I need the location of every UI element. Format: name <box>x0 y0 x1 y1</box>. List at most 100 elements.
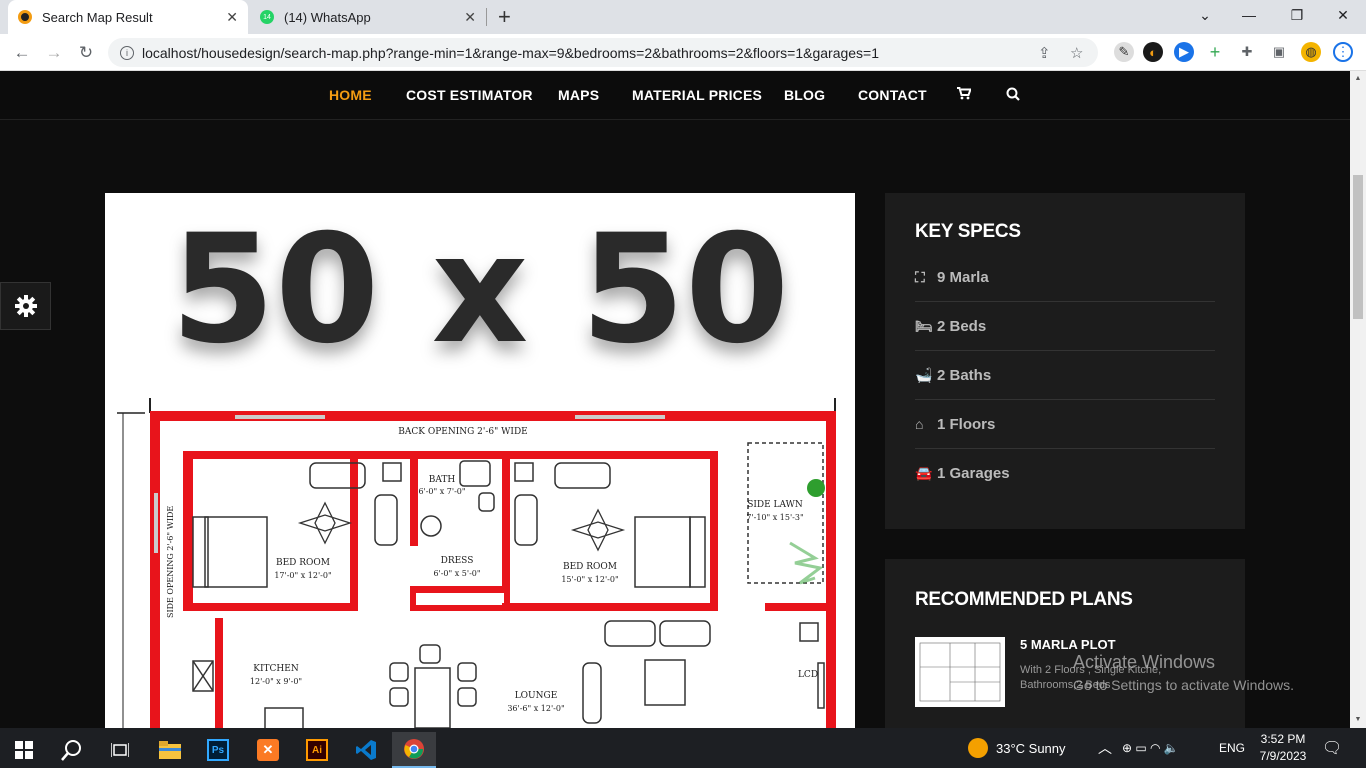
close-tab-icon[interactable]: ✕ <box>464 9 476 26</box>
vscode-icon[interactable] <box>344 732 388 768</box>
lounge-size-label: 36'-6" x 12'-0" <box>507 704 564 713</box>
activate-windows-subtext: Go to Settings to activate Windows. <box>1073 677 1294 693</box>
whatsapp-icon: 14 <box>260 10 274 24</box>
floor-plan-image[interactable]: 50 x 50 BACK OPENING 2'-6" WIDE BATH 6'-… <box>105 193 855 728</box>
search-icon[interactable] <box>1006 87 1020 104</box>
nav-blog[interactable]: BLOG <box>784 87 825 103</box>
browser-toolbar: ← → ↻ i localhost/housedesign/search-map… <box>0 34 1366 71</box>
bedroom1-label: BED ROOM <box>276 558 330 568</box>
chrome-icon[interactable] <box>392 732 436 768</box>
reload-button[interactable]: ↻ <box>73 40 99 66</box>
tab-whatsapp[interactable]: 14 (14) WhatsApp ✕ <box>250 0 486 34</box>
side-panel-icon[interactable]: ▣ <box>1269 42 1289 62</box>
bookmark-star-icon[interactable]: ☆ <box>1070 38 1083 67</box>
recommended-plans-panel: RECOMMENDED PLANS 5 MARLA PLOT With 2 Fl… <box>885 559 1245 728</box>
site-favicon-icon <box>18 10 32 24</box>
address-bar[interactable]: i localhost/housedesign/search-map.php?r… <box>108 38 1098 67</box>
dress-size-label: 6'-0" x 5'-0" <box>433 569 480 578</box>
restore-button[interactable]: ❐ <box>1274 0 1320 30</box>
forward-button[interactable]: → <box>41 40 67 66</box>
plan-thumbnail[interactable] <box>915 637 1005 707</box>
bath-size-label: 6'-0" x 7'-0" <box>418 487 465 496</box>
area-icon: ⛶ <box>915 268 925 285</box>
windows-start-icon[interactable] <box>2 732 46 768</box>
extension-icon[interactable]: ▶ <box>1174 42 1194 62</box>
tray-chevron-icon[interactable]: ︿ <box>1098 728 1112 768</box>
tab-search-chevron-icon[interactable]: ⌄ <box>1182 0 1228 30</box>
tray-network-icons[interactable]: ⊕ ▭ ◠ 🔈 <box>1122 728 1179 768</box>
bath-icon: 🛁 <box>915 366 933 383</box>
tab-divider <box>486 8 487 26</box>
side-lawn-size-label: 7'-10" x 15'-3" <box>746 513 803 522</box>
back-opening-label: BACK OPENING 2'-6" WIDE <box>398 427 528 437</box>
minimize-button[interactable]: — <box>1226 0 1272 30</box>
spec-value: 2 Baths <box>937 366 992 384</box>
site-info-icon[interactable]: i <box>120 45 134 60</box>
nav-home[interactable]: HOME <box>329 87 372 103</box>
spec-area: ⛶ 9 Marla <box>915 253 1215 302</box>
tab-search-map-result[interactable]: Search Map Result ✕ <box>8 0 248 34</box>
illustrator-icon[interactable]: Ai <box>295 732 339 768</box>
cart-icon[interactable] <box>957 87 972 103</box>
clock-time: 3:52 PM <box>1260 732 1306 746</box>
back-button[interactable]: ← <box>9 40 35 66</box>
browser-tab-strip: Search Map Result ✕ 14 (14) WhatsApp ✕ +… <box>0 0 1366 34</box>
home-icon: ⌂ <box>915 416 924 432</box>
side-opening-label: SIDE OPENING 2'-6" WIDE <box>166 506 175 618</box>
spec-beds: 🛏 2 Beds <box>915 302 1215 351</box>
search-icon[interactable] <box>50 732 94 768</box>
spec-value: 2 Beds <box>937 317 987 335</box>
xampp-icon[interactable]: ✕ <box>246 732 290 768</box>
nav-maps[interactable]: MAPS <box>558 87 599 103</box>
page-scrollbar[interactable]: ▲ ▼ <box>1350 71 1366 728</box>
notification-icon[interactable]: 🗨 <box>1322 728 1342 768</box>
activate-windows-watermark: Activate Windows <box>1073 652 1216 672</box>
gear-icon <box>14 295 37 317</box>
spec-value: 9 Marla <box>937 268 989 286</box>
nav-cost-estimator[interactable]: COST ESTIMATOR <box>406 87 533 103</box>
kitchen-label: KITCHEN <box>253 664 299 674</box>
site-navigation: HOME COST ESTIMATOR MAPS MATERIAL PRICES… <box>0 71 1350 120</box>
file-explorer-icon[interactable] <box>148 732 192 768</box>
bedroom2-label: BED ROOM <box>563 562 617 572</box>
main-content: 50 x 50 BACK OPENING 2'-6" WIDE BATH 6'-… <box>0 120 1350 728</box>
kitchen-size-label: 12'-0" x 9'-0" <box>250 677 302 686</box>
new-tab-button[interactable]: + <box>498 4 511 30</box>
weather-text: 33°C Sunny <box>996 740 1066 756</box>
clock-date: 7/9/2023 <box>1259 749 1307 763</box>
extension-icon[interactable]: + <box>1205 42 1225 62</box>
dress-label: DRESS <box>441 556 474 566</box>
extensions-puzzle-icon[interactable]: ✚ <box>1237 42 1257 62</box>
nav-material-prices[interactable]: MATERIAL PRICES <box>632 87 762 103</box>
spec-value: 1 Garages <box>937 465 1010 482</box>
scroll-up-arrow-icon[interactable]: ▲ <box>1350 71 1366 85</box>
extension-icon[interactable]: ◐ <box>1143 42 1163 62</box>
scroll-thumb[interactable] <box>1353 175 1363 319</box>
scroll-down-arrow-icon[interactable]: ▼ <box>1350 712 1366 726</box>
clock[interactable]: 3:52 PM 7/9/2023 <box>1258 728 1308 768</box>
weather-widget[interactable]: 33°C Sunny <box>968 728 1066 768</box>
key-specs-panel: KEY SPECS ⛶ 9 Marla 🛏 2 Beds 🛁 2 Baths ⌂… <box>885 193 1245 529</box>
language-indicator[interactable]: ENG <box>1219 728 1245 768</box>
task-view-icon[interactable] <box>98 732 142 768</box>
close-tab-icon[interactable]: ✕ <box>226 9 238 26</box>
spec-value: 1 Floors <box>937 415 996 433</box>
windows-taskbar: Ps ✕ Ai 33°C Sunny ︿ ⊕ ▭ ◠ 🔈 ENG 3:52 PM… <box>0 728 1366 768</box>
bedroom2-size-label: 15'-0" x 12'-0" <box>561 575 618 584</box>
share-icon[interactable]: ⇪ <box>1038 38 1051 67</box>
key-specs-title: KEY SPECS <box>915 221 1021 242</box>
bed-icon: 🛏 <box>915 317 933 334</box>
nav-contact[interactable]: CONTACT <box>858 87 927 103</box>
lounge-label: LOUNGE <box>515 691 558 701</box>
settings-gear-button[interactable] <box>0 282 51 330</box>
photoshop-icon[interactable]: Ps <box>196 732 240 768</box>
extension-icon[interactable]: ✎ <box>1114 42 1134 62</box>
tab-title: Search Map Result <box>42 9 153 25</box>
close-window-button[interactable]: ✕ <box>1320 0 1366 30</box>
bedroom1-size-label: 17'-0" x 12'-0" <box>274 571 331 580</box>
profile-avatar[interactable]: ◍ <box>1301 42 1321 62</box>
recommended-plans-title: RECOMMENDED PLANS <box>915 589 1133 610</box>
menu-kebab-icon[interactable]: ⋮ <box>1333 42 1353 62</box>
plan-name[interactable]: 5 MARLA PLOT <box>1020 637 1116 652</box>
spec-floors: ⌂ 1 Floors <box>915 400 1215 449</box>
